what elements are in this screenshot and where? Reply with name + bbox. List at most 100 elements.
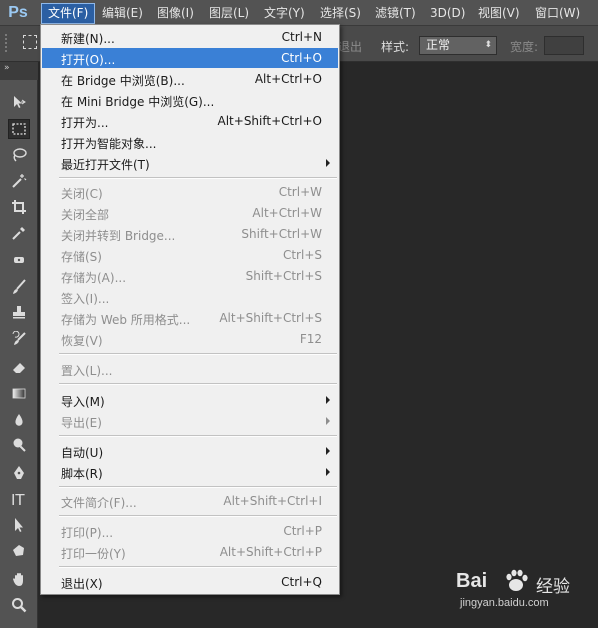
collapse-panel-icon[interactable]: » xyxy=(4,63,10,73)
path-selection-tool-icon[interactable] xyxy=(8,515,30,535)
brush-tool-icon[interactable] xyxy=(8,277,30,297)
menu-item-label: 在 Mini Bridge 中浏览(G)... xyxy=(61,95,215,109)
pen-tool-icon[interactable] xyxy=(8,463,30,483)
menu-item-label: 关闭全部 xyxy=(61,208,110,222)
crop-tool-icon[interactable] xyxy=(8,197,30,217)
menu-item-shortcut: Alt+Ctrl+W xyxy=(252,206,322,220)
options-partial-label: 退出 xyxy=(338,40,363,54)
gradient-tool-icon[interactable] xyxy=(8,383,30,403)
menu-item-exit[interactable]: 退出(X) Ctrl+Q xyxy=(42,572,338,592)
eraser-tool-icon[interactable] xyxy=(8,357,30,377)
menu-item-shortcut: Alt+Shift+Ctrl+I xyxy=(223,494,322,508)
menu-item-shortcut: Ctrl+O xyxy=(281,51,322,65)
type-tool-icon[interactable]: IT xyxy=(8,489,30,509)
menu-separator xyxy=(59,566,337,568)
options-grip-icon[interactable] xyxy=(5,34,12,52)
menu-item-label: 最近打开文件(T) xyxy=(61,158,150,172)
menu-item-print[interactable]: 打印(P)... Ctrl+P xyxy=(42,521,338,541)
zoom-tool-icon[interactable] xyxy=(8,595,30,615)
menu-item-label: 存储(S) xyxy=(61,250,102,264)
clone-stamp-tool-icon[interactable] xyxy=(8,302,30,322)
menu-item-label: 打印(P)... xyxy=(61,526,114,540)
menu-item-open-as[interactable]: 打开为... Alt+Shift+Ctrl+O xyxy=(42,111,338,131)
menu-item-print-one-copy[interactable]: 打印一份(Y) Alt+Shift+Ctrl+P xyxy=(42,542,338,562)
updown-arrows-icon: ⬍ xyxy=(484,40,492,50)
menu-image[interactable]: 图像(I) xyxy=(151,4,200,23)
menu-item-shortcut: Alt+Shift+Ctrl+O xyxy=(217,114,322,128)
menu-separator xyxy=(59,353,337,355)
eyedropper-tool-icon[interactable] xyxy=(8,223,30,243)
menu-item-close[interactable]: 关闭(C) Ctrl+W xyxy=(42,182,338,202)
menu-select[interactable]: 选择(S) xyxy=(314,4,367,23)
menu-item-label: 导入(M) xyxy=(61,395,105,409)
menu-item-shortcut: Shift+Ctrl+S xyxy=(245,269,322,283)
menu-item-open-as-smart-object[interactable]: 打开为智能对象... xyxy=(42,132,338,152)
menu-item-label: 文件简介(F)... xyxy=(61,496,137,510)
menu-edit[interactable]: 编辑(E) xyxy=(96,4,149,23)
history-brush-tool-icon[interactable] xyxy=(8,329,30,349)
menu-layer[interactable]: 图层(L) xyxy=(203,4,255,23)
hand-tool-icon[interactable] xyxy=(8,569,30,589)
submenu-arrow-icon xyxy=(326,447,330,455)
menu-item-save-for-web[interactable]: 存储为 Web 所用格式... Alt+Shift+Ctrl+S xyxy=(42,308,338,328)
menu-item-label: 自动(U) xyxy=(61,446,104,460)
menu-item-browse-mini-bridge[interactable]: 在 Mini Bridge 中浏览(G)... xyxy=(42,90,338,110)
dodge-tool-icon[interactable] xyxy=(8,435,30,455)
menu-item-browse-bridge[interactable]: 在 Bridge 中浏览(B)... Alt+Ctrl+O xyxy=(42,69,338,89)
menu-item-revert[interactable]: 恢复(V) F12 xyxy=(42,329,338,349)
photoshop-logo-icon: Ps xyxy=(8,4,28,21)
menu-window[interactable]: 窗口(W) xyxy=(529,4,586,23)
menu-item-shortcut: Ctrl+S xyxy=(282,248,322,262)
menu-item-label: 新建(N)... xyxy=(61,32,115,46)
lasso-tool-icon[interactable] xyxy=(8,145,30,165)
menu-item-label: 置入(L)... xyxy=(61,364,113,378)
menu-file[interactable]: 文件(F) xyxy=(41,3,96,24)
menu-item-place[interactable]: 置入(L)... xyxy=(42,359,338,379)
baidu-jingyan-watermark: Bai 经验 jingyan.baidu.com xyxy=(456,566,596,618)
width-input[interactable] xyxy=(544,36,584,55)
menu-3d[interactable]: 3D(D) xyxy=(424,4,471,23)
menu-item-open-recent[interactable]: 最近打开文件(T) xyxy=(42,153,338,173)
tool-preset-marquee-icon[interactable] xyxy=(23,35,37,49)
menu-item-label: 打开为... xyxy=(61,116,109,130)
menu-item-open[interactable]: 打开(O)... Ctrl+O xyxy=(42,48,338,68)
blur-tool-icon[interactable] xyxy=(8,410,30,430)
marquee-tool-icon[interactable] xyxy=(8,119,30,139)
svg-text:IT: IT xyxy=(11,491,25,507)
menu-item-automate[interactable]: 自动(U) xyxy=(42,441,338,461)
submenu-arrow-icon xyxy=(326,417,330,425)
menu-item-new[interactable]: 新建(N)... Ctrl+N xyxy=(42,27,338,47)
shape-tool-icon[interactable] xyxy=(8,541,30,561)
menu-item-save[interactable]: 存储(S) Ctrl+S xyxy=(42,245,338,265)
spot-healing-tool-icon[interactable] xyxy=(8,250,30,270)
menu-item-shortcut: F12 xyxy=(299,332,322,346)
menu-item-export[interactable]: 导出(E) xyxy=(42,411,338,431)
menu-item-label: 打印一份(Y) xyxy=(61,547,126,561)
menu-filter[interactable]: 滤镜(T) xyxy=(369,4,422,23)
magic-wand-tool-icon[interactable] xyxy=(8,171,30,191)
menu-item-label: 脚本(R) xyxy=(61,467,103,481)
menu-item-close-and-go-to-bridge[interactable]: 关闭并转到 Bridge... Shift+Ctrl+W xyxy=(42,224,338,244)
menu-item-shortcut: Ctrl+Q xyxy=(281,575,322,589)
menu-item-label: 退出(X) xyxy=(61,577,103,591)
menu-item-check-in[interactable]: 签入(I)... xyxy=(42,287,338,307)
menu-item-label: 存储为 Web 所用格式... xyxy=(61,313,191,327)
menu-separator xyxy=(59,177,337,179)
menu-item-shortcut: Ctrl+W xyxy=(278,185,322,199)
menu-item-shortcut: Ctrl+N xyxy=(281,30,322,44)
style-select[interactable]: 正常 ⬍ xyxy=(419,36,497,55)
menu-item-file-info[interactable]: 文件简介(F)... Alt+Shift+Ctrl+I xyxy=(42,491,338,511)
menu-view[interactable]: 视图(V) xyxy=(472,4,526,23)
menu-item-scripts[interactable]: 脚本(R) xyxy=(42,462,338,482)
style-select-value: 正常 xyxy=(426,38,451,52)
menu-item-import[interactable]: 导入(M) xyxy=(42,390,338,410)
menu-item-close-all[interactable]: 关闭全部 Alt+Ctrl+W xyxy=(42,203,338,223)
menu-item-save-as[interactable]: 存储为(A)... Shift+Ctrl+S xyxy=(42,266,338,286)
move-tool-icon[interactable] xyxy=(8,92,30,112)
menu-type[interactable]: 文字(Y) xyxy=(258,4,311,23)
menu-item-label: 打开(O)... xyxy=(61,53,116,67)
watermark-url-text: jingyan.baidu.com xyxy=(460,597,549,609)
watermark-logo-text: Bai xyxy=(456,570,488,592)
menu-separator xyxy=(59,435,337,437)
menu-separator xyxy=(59,515,337,517)
